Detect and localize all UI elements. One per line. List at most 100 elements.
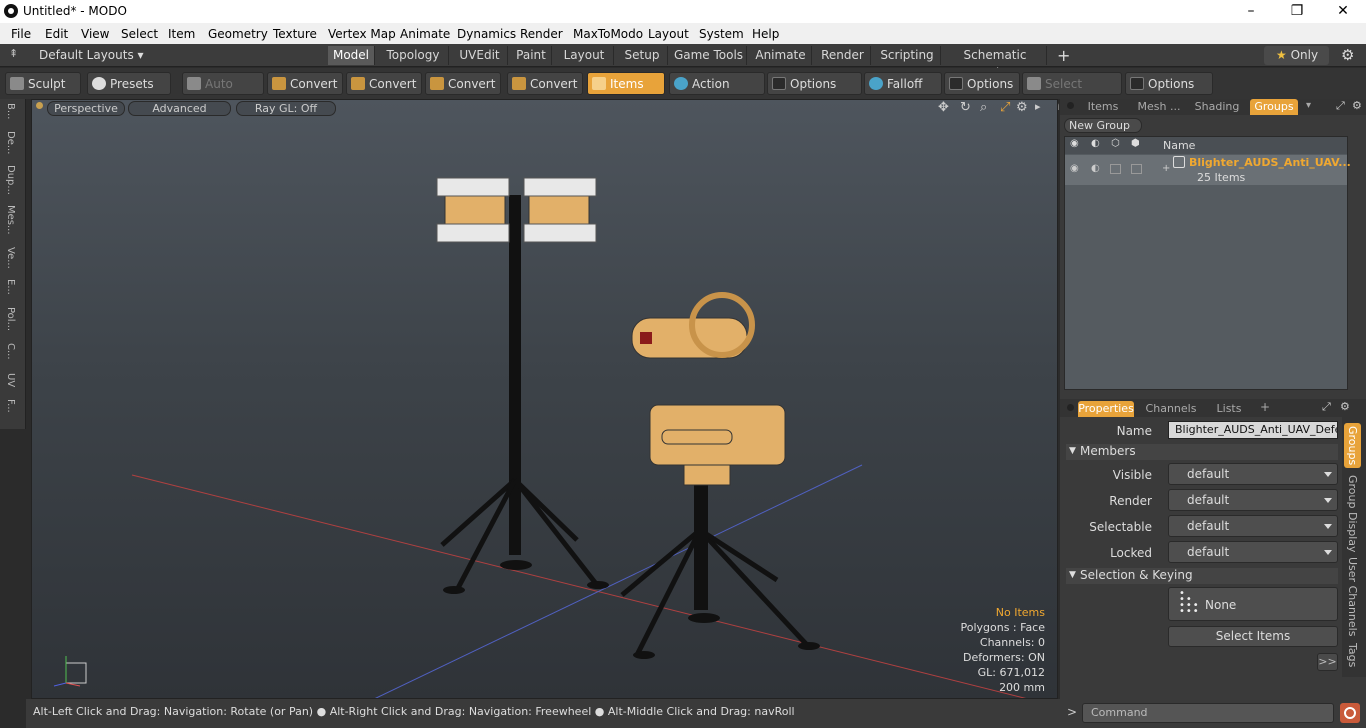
tab-animate[interactable]: Animate xyxy=(750,46,812,65)
new-group-button[interactable]: New Group xyxy=(1064,118,1142,133)
convert-button-4[interactable]: Convert xyxy=(507,72,583,95)
left-tab-basic[interactable]: B... xyxy=(5,103,16,119)
tab-setup[interactable]: Setup xyxy=(617,46,668,65)
expand-plus-icon[interactable]: + xyxy=(1162,163,1170,174)
menu-item[interactable]: Item xyxy=(168,27,195,41)
vtab-tags[interactable]: Tags xyxy=(1346,643,1359,667)
tab-schematic-fusion[interactable]: Schematic Fusion xyxy=(944,46,1047,80)
menu-select[interactable]: Select xyxy=(121,27,158,41)
none-button[interactable]: • •• ••• ••• None xyxy=(1168,587,1338,621)
convert-button-1[interactable]: Convert xyxy=(267,72,343,95)
panel-expand-icon[interactable]: ⤢ xyxy=(1336,99,1345,113)
left-tab-fusion[interactable]: F... xyxy=(5,399,16,413)
menu-dynamics[interactable]: Dynamics xyxy=(457,27,516,41)
tab-mesh[interactable]: Mesh ... xyxy=(1132,99,1186,115)
locked-dropdown[interactable]: default xyxy=(1168,541,1338,563)
expand-more-button[interactable]: >> xyxy=(1317,653,1338,671)
action-center-button[interactable]: Action Center xyxy=(669,72,765,113)
left-tab-edge[interactable]: E... xyxy=(5,279,16,295)
select-items-button[interactable]: Select Items xyxy=(1168,626,1338,647)
select-through-button[interactable]: Select Through xyxy=(1022,72,1122,113)
row-select-checkbox[interactable] xyxy=(1110,164,1121,174)
left-tab-mesh[interactable]: Mes... xyxy=(5,205,16,235)
tab-lists[interactable]: Lists xyxy=(1206,401,1252,417)
presets-button[interactable]: Presets F6 xyxy=(87,72,171,113)
close-button[interactable]: ✕ xyxy=(1320,0,1366,23)
row-lock-checkbox[interactable] xyxy=(1131,164,1142,174)
convert-button-3[interactable]: Convert xyxy=(425,72,501,95)
minimize-button[interactable]: – xyxy=(1228,0,1274,23)
menu-file[interactable]: File xyxy=(11,27,31,41)
convert-button-2[interactable]: Convert xyxy=(346,72,422,95)
falloff-button[interactable]: Falloff xyxy=(864,72,942,95)
tab-groups[interactable]: Groups xyxy=(1250,99,1298,115)
tab-channels[interactable]: Channels xyxy=(1142,401,1200,417)
record-macro-button[interactable] xyxy=(1340,703,1360,723)
tab-scripting[interactable]: Scripting xyxy=(874,46,941,65)
sculpt-button[interactable]: Sculpt xyxy=(5,72,81,95)
left-tab-curve[interactable]: C... xyxy=(5,343,16,360)
render-column-icon[interactable]: ◐ xyxy=(1091,138,1100,149)
panel-gear-icon[interactable]: ⚙ xyxy=(1352,99,1362,112)
menu-help[interactable]: Help xyxy=(752,27,779,41)
3d-viewport[interactable]: Perspective Advanced Ray GL: Off ✥ ↻ ⌕ ⤢… xyxy=(31,99,1058,699)
lock-column-icon[interactable]: ⬢ xyxy=(1131,138,1140,149)
only-toggle[interactable]: ★ Only xyxy=(1264,46,1329,65)
menu-geometry[interactable]: Geometry xyxy=(208,27,268,41)
options-button-1[interactable]: Options xyxy=(767,72,862,95)
group-row[interactable]: ◉ ◐ + Blighter_AUDS_Anti_UAV... 25 Items xyxy=(1065,155,1351,185)
add-tab-plus-icon[interactable]: + xyxy=(1260,400,1270,414)
render-dropdown[interactable]: default xyxy=(1168,489,1338,511)
selectable-dropdown[interactable]: default xyxy=(1168,515,1338,537)
vtab-group-display[interactable]: Group Display xyxy=(1346,475,1359,553)
command-input[interactable]: Command xyxy=(1082,703,1334,723)
add-tab-button[interactable]: + xyxy=(1057,46,1070,65)
menu-edit[interactable]: Edit xyxy=(45,27,68,41)
tab-shading[interactable]: Shading xyxy=(1190,99,1244,115)
vtab-groups[interactable]: Groups xyxy=(1344,423,1361,469)
visible-dropdown[interactable]: default xyxy=(1168,463,1338,485)
menu-vertex-map[interactable]: Vertex Map xyxy=(328,27,396,41)
default-layouts-dropdown[interactable]: Default Layouts ▾ xyxy=(39,48,144,62)
properties-dot-icon[interactable] xyxy=(1067,404,1074,411)
items-button[interactable]: Items xyxy=(587,72,665,95)
tab-menu-chevron-icon[interactable]: ▾ xyxy=(1306,100,1311,111)
tab-uvedit[interactable]: UVEdit xyxy=(452,46,508,65)
options-button-3[interactable]: Options xyxy=(1125,72,1213,95)
selection-keying-section[interactable]: ▼ Selection & Keying xyxy=(1066,568,1338,584)
menu-system[interactable]: System xyxy=(699,27,744,41)
tab-items[interactable]: Items xyxy=(1082,99,1124,115)
left-tab-deform[interactable]: De... xyxy=(5,131,16,154)
select-column-icon[interactable]: ⬡ xyxy=(1111,138,1120,149)
tab-topology[interactable]: Topology xyxy=(378,46,449,65)
tab-model[interactable]: Model xyxy=(328,46,375,65)
tab-layout[interactable]: Layout xyxy=(555,46,614,65)
auto-select-button[interactable]: Auto Select xyxy=(182,72,264,113)
menu-view[interactable]: View xyxy=(81,27,109,41)
name-field[interactable]: Blighter_AUDS_Anti_UAV_Defenc xyxy=(1168,421,1338,439)
name-column-header[interactable]: Name xyxy=(1163,139,1195,152)
tab-properties[interactable]: Properties xyxy=(1078,401,1134,417)
properties-expand-icon[interactable]: ⤢ xyxy=(1322,400,1331,414)
row-eye-icon[interactable]: ◉ xyxy=(1070,163,1079,174)
options-button-2[interactable]: Options xyxy=(944,72,1020,95)
vtab-user-channels[interactable]: User Channels xyxy=(1346,557,1359,636)
command-chevron-icon[interactable]: > xyxy=(1067,705,1077,719)
left-tab-vertex[interactable]: Ve... xyxy=(5,247,16,269)
menu-maxtomodo[interactable]: MaxToModo xyxy=(573,27,643,41)
left-tab-uv[interactable]: UV xyxy=(5,373,16,387)
tab-render[interactable]: Render xyxy=(815,46,871,65)
menu-layout[interactable]: Layout xyxy=(648,27,689,41)
layout-pin-icon[interactable]: ⇞ xyxy=(9,47,18,60)
visible-column-eye-icon[interactable]: ◉ xyxy=(1070,138,1079,149)
left-tab-polygon[interactable]: Pol... xyxy=(5,307,16,331)
maximize-button[interactable]: ❐ xyxy=(1274,0,1320,23)
gear-icon[interactable]: ⚙ xyxy=(1341,46,1354,64)
tab-game-tools[interactable]: Game Tools xyxy=(671,46,747,65)
menu-render[interactable]: Render xyxy=(520,27,563,41)
panel-dot-icon[interactable] xyxy=(1067,102,1074,109)
members-section[interactable]: ▼ Members xyxy=(1066,444,1338,460)
row-render-icon[interactable]: ◐ xyxy=(1091,163,1100,174)
menu-animate[interactable]: Animate xyxy=(400,27,450,41)
menu-texture[interactable]: Texture xyxy=(273,27,317,41)
